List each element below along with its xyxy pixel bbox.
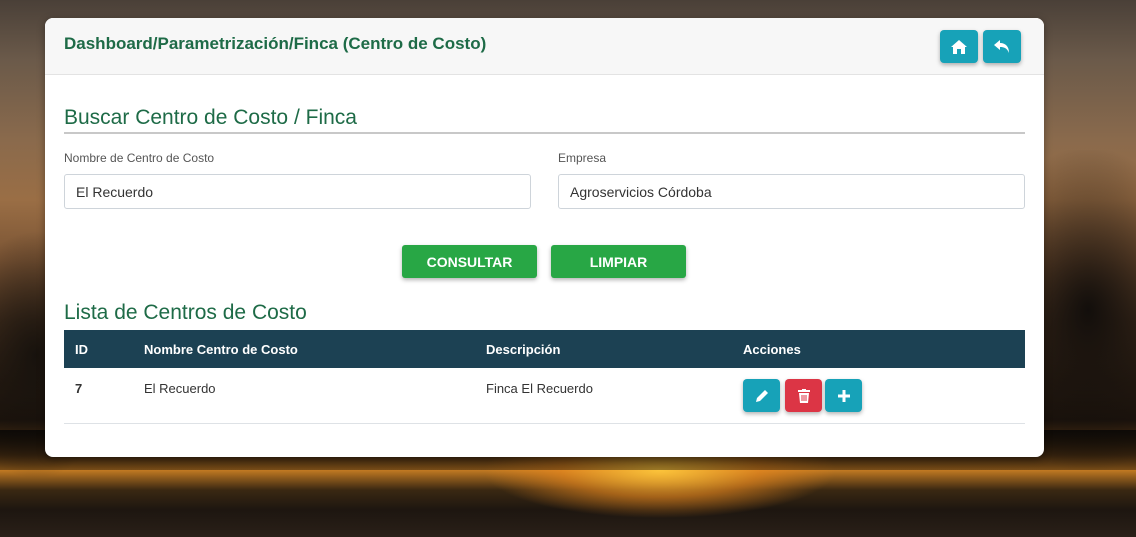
- breadcrumb[interactable]: Dashboard/Parametrización/Finca (Centro …: [64, 34, 486, 54]
- row-name: El Recuerdo: [144, 381, 216, 396]
- main-card: Dashboard/Parametrización/Finca (Centro …: [45, 18, 1044, 457]
- card-header: Dashboard/Parametrización/Finca (Centro …: [45, 18, 1044, 75]
- list-section-title: Lista de Centros de Costo: [64, 301, 307, 324]
- column-header-actions: Acciones: [743, 342, 801, 357]
- search-section-title: Buscar Centro de Costo / Finca: [64, 106, 357, 129]
- table-header: ID Nombre Centro de Costo Descripción Ac…: [64, 330, 1025, 368]
- search-divider: [64, 132, 1025, 134]
- reply-icon: [994, 39, 1009, 53]
- limpiar-button[interactable]: LIMPIAR: [551, 245, 686, 278]
- back-button[interactable]: [983, 30, 1021, 63]
- trash-icon: [797, 388, 810, 403]
- column-header-description: Descripción: [486, 342, 561, 357]
- plus-icon: [837, 389, 850, 402]
- company-field-label: Empresa: [558, 151, 607, 165]
- company-field-input[interactable]: [558, 174, 1025, 209]
- row-description: Finca El Recuerdo: [486, 381, 593, 396]
- name-field-input[interactable]: [64, 174, 531, 209]
- pencil-icon: [755, 389, 768, 402]
- consultar-button[interactable]: CONSULTAR: [402, 245, 537, 278]
- column-header-id: ID: [75, 342, 88, 357]
- cost-center-table: ID Nombre Centro de Costo Descripción Ac…: [64, 330, 1025, 424]
- column-header-name: Nombre Centro de Costo: [144, 342, 298, 357]
- edit-button[interactable]: [743, 379, 780, 412]
- home-button[interactable]: [940, 30, 978, 63]
- table-row: 7 El Recuerdo Finca El Recuerdo: [64, 368, 1025, 424]
- home-icon: [951, 39, 967, 54]
- add-button[interactable]: [825, 379, 862, 412]
- row-id: 7: [75, 381, 83, 396]
- delete-button[interactable]: [785, 379, 822, 412]
- name-field-label: Nombre de Centro de Costo: [64, 151, 215, 165]
